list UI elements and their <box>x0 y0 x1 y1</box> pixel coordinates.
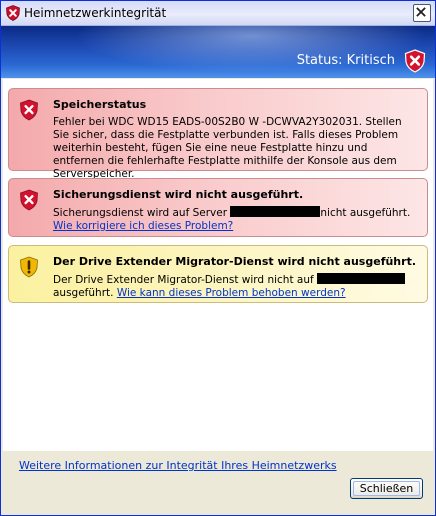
alert-title: Der Drive Extender Migrator-Dienst wird … <box>53 255 416 268</box>
close-button-label: Schließen <box>359 482 414 495</box>
alert-title: Speicherstatus <box>53 98 147 111</box>
alert-message: Sicherungsdienst wird auf Server nicht a… <box>53 206 419 233</box>
alert-message-end: ausgeführt. <box>53 287 117 299</box>
title-bar[interactable]: Heimnetzwerkintegrität <box>1 1 435 26</box>
fix-problem-link[interactable]: Wie kann dieses Problem behoben werden? <box>117 287 346 299</box>
close-window-button[interactable] <box>413 4 431 22</box>
shield-x-icon <box>404 49 426 73</box>
close-icon <box>416 7 426 17</box>
health-window: Heimnetzwerkintegrität Status: Kritisch … <box>0 0 436 516</box>
redacted-server-name <box>230 206 321 217</box>
shield-exclamation-icon <box>20 256 38 278</box>
alerts-panel: Speicherstatus Fehler bei WDC WD15 EADS-… <box>3 79 433 451</box>
header-glow <box>61 26 435 76</box>
window-title: Heimnetzwerkintegrität <box>24 6 167 20</box>
shield-x-icon <box>6 5 20 21</box>
more-info-link[interactable]: Weitere Informationen zur Integrität Ihr… <box>19 459 337 472</box>
alert-title: Sicherungsdienst wird nicht ausgeführt. <box>53 188 304 201</box>
fix-problem-link[interactable]: Wie korrigiere ich dieses Problem? <box>53 220 233 232</box>
close-button[interactable]: Schließen <box>350 478 423 499</box>
alert-card-backup-service: Sicherungsdienst wird nicht ausgeführt. … <box>8 178 428 237</box>
redacted-server-name <box>317 273 406 284</box>
alert-message-start: Sicherungsdienst wird auf Server <box>53 207 231 219</box>
alert-message-start: Der Drive Extender Migrator-Dienst wird … <box>53 274 318 286</box>
status-label: Status: Kritisch <box>296 53 395 68</box>
alert-message: Fehler bei WDC WD15 EADS-00S2B0 W -DCWVA… <box>53 116 402 180</box>
status-header: Status: Kritisch <box>1 26 435 78</box>
shield-x-icon <box>20 189 38 211</box>
alert-message-end: nicht ausgeführt. <box>320 207 411 219</box>
alert-card-drive-extender: Der Drive Extender Migrator-Dienst wird … <box>8 245 428 303</box>
alert-card-storage-status: Speicherstatus Fehler bei WDC WD15 EADS-… <box>8 88 428 180</box>
shield-x-icon <box>20 99 38 121</box>
alert-message: Der Drive Extender Migrator-Dienst wird … <box>53 273 419 300</box>
